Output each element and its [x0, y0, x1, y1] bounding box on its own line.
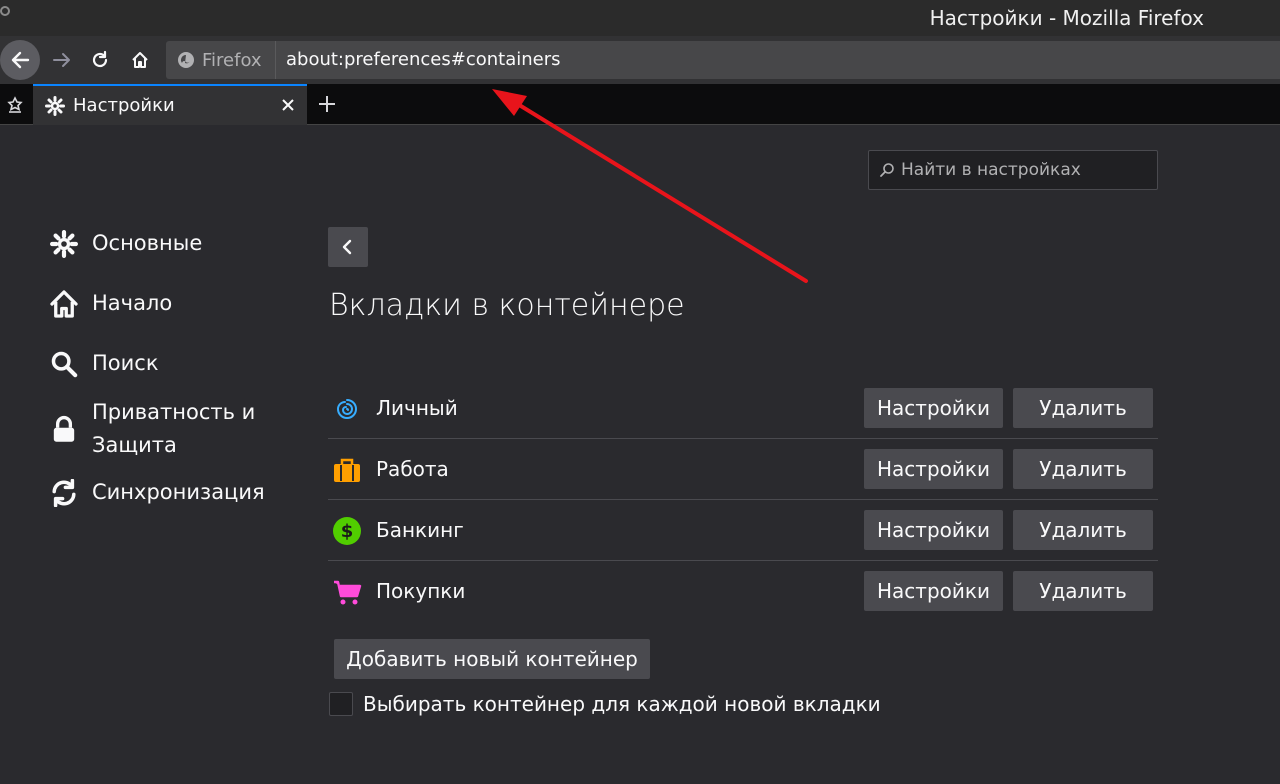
sidebar-item-general[interactable]: Основные: [48, 227, 298, 260]
container-row: $ Банкинг Настройки Удалить: [328, 500, 1158, 561]
reload-button[interactable]: [82, 40, 118, 80]
reload-icon: [92, 50, 108, 68]
tab-close-button[interactable]: [275, 92, 301, 118]
sidebar-item-label: Основные: [92, 231, 203, 255]
firefox-icon: [178, 52, 194, 68]
container-prefs-button[interactable]: Настройки: [864, 388, 1003, 428]
forward-icon: [53, 53, 70, 67]
gear-icon: [45, 95, 65, 116]
window-title: Настройки - Mozilla Firefox: [929, 6, 1204, 30]
chevron-left-icon: [342, 239, 352, 255]
add-container-button[interactable]: Добавить новый контейнер: [334, 639, 650, 679]
tab-settings[interactable]: Настройки: [33, 84, 307, 125]
lock-icon: [53, 415, 75, 442]
url-text[interactable]: about:preferences#containers: [286, 49, 561, 70]
back-to-privacy-button[interactable]: [328, 227, 368, 267]
dollar-icon: $: [333, 517, 361, 545]
navigation-toolbar: Firefox about:preferences#containers: [0, 36, 1280, 84]
always-ask-option[interactable]: Выбирать контейнер для каждой новой вкла…: [329, 692, 881, 716]
always-ask-checkbox[interactable]: [329, 692, 353, 716]
pinned-icon: [7, 96, 23, 113]
tab-bar: Настройки: [0, 84, 1280, 125]
search-input[interactable]: [901, 160, 1151, 180]
container-name: Банкинг: [376, 518, 464, 542]
container-name: Покупки: [376, 579, 466, 603]
window-titlebar: Настройки - Mozilla Firefox: [0, 0, 1280, 36]
container-prefs-button[interactable]: Настройки: [864, 510, 1003, 550]
container-prefs-button[interactable]: Настройки: [864, 449, 1003, 489]
container-row: Работа Настройки Удалить: [328, 439, 1158, 500]
identity-box[interactable]: Firefox: [166, 41, 276, 79]
url-bar[interactable]: Firefox about:preferences#containers: [166, 41, 1280, 79]
container-prefs-button[interactable]: Настройки: [864, 571, 1003, 611]
tab-title: Настройки: [73, 95, 175, 116]
sidebar-item-label: Приватность и Защита: [92, 400, 256, 457]
preferences-search[interactable]: [868, 150, 1158, 190]
search-icon: [51, 351, 78, 377]
new-tab-button[interactable]: [312, 88, 342, 120]
plus-icon: [319, 96, 335, 112]
gear-icon: [50, 229, 78, 258]
sidebar-item-privacy[interactable]: Приватность и Защита: [48, 396, 298, 462]
sync-icon: [52, 478, 76, 507]
close-icon: [282, 99, 294, 111]
container-name: Личный: [376, 396, 458, 420]
home-icon: [132, 52, 148, 68]
sidebar-item-sync[interactable]: Синхронизация: [48, 476, 298, 509]
svg-text:$: $: [341, 521, 354, 542]
home-button[interactable]: [122, 40, 158, 80]
container-remove-button[interactable]: Удалить: [1013, 449, 1153, 489]
fingerprint-icon: [336, 399, 358, 419]
container-remove-button[interactable]: Удалить: [1013, 510, 1153, 550]
pinned-tab[interactable]: [2, 92, 28, 118]
sidebar-item-search[interactable]: Поиск: [48, 347, 298, 380]
container-name: Работа: [376, 457, 449, 481]
containers-list: Личный Настройки Удалить Работа Настройк…: [328, 378, 1158, 622]
sidebar-item-label: Поиск: [92, 351, 159, 375]
sidebar-item-label: Синхронизация: [92, 480, 265, 504]
briefcase-icon: [334, 458, 360, 482]
back-icon: [11, 51, 30, 69]
container-remove-button[interactable]: Удалить: [1013, 388, 1153, 428]
search-icon: [880, 163, 894, 177]
cart-icon: [334, 580, 362, 605]
sidebar-item-home[interactable]: Начало: [48, 287, 298, 320]
page-title: Вкладки в контейнере: [329, 288, 685, 323]
sidebar-item-label: Начало: [92, 291, 173, 315]
container-row: Личный Настройки Удалить: [328, 378, 1158, 439]
always-ask-label: Выбирать контейнер для каждой новой вкла…: [363, 692, 881, 716]
home-icon: [50, 289, 78, 318]
window-menu-icon[interactable]: [0, 6, 10, 16]
container-remove-button[interactable]: Удалить: [1013, 571, 1153, 611]
container-row: Покупки Настройки Удалить: [328, 561, 1158, 622]
back-button[interactable]: [0, 40, 40, 80]
forward-button[interactable]: [44, 40, 80, 80]
identity-label: Firefox: [202, 49, 262, 71]
